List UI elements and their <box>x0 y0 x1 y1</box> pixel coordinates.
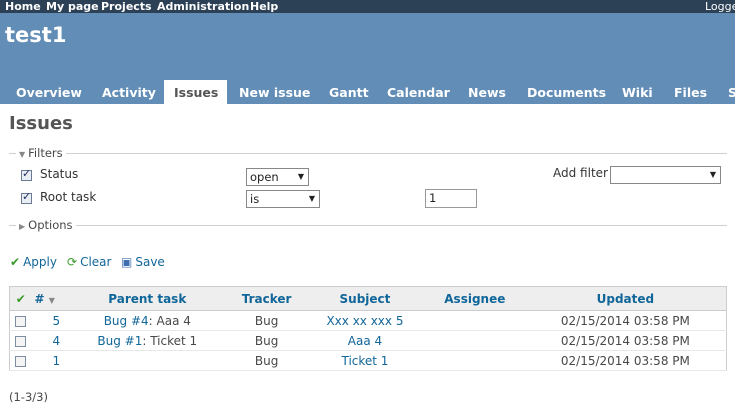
assignee-cell <box>424 350 525 371</box>
filters-legend-label: Filters <box>28 146 63 160</box>
tab-wiki[interactable]: Wiki <box>612 80 663 104</box>
parent-task-link[interactable]: Bug #4 <box>104 314 149 328</box>
tab-gantt[interactable]: Gantt <box>319 80 379 104</box>
tracker-cell: Bug <box>228 330 306 351</box>
add-filter-label: Add filter <box>553 166 608 180</box>
checkmark-icon: ✔ <box>15 291 26 306</box>
tab-documents[interactable]: Documents <box>517 80 616 104</box>
checkmark-icon: ✔ <box>10 255 21 269</box>
logged-in-as: Logge <box>705 0 735 13</box>
top-menu-projects[interactable]: Projects <box>101 0 152 13</box>
dropdown-arrow-icon: ▼ <box>297 172 304 181</box>
subject-link[interactable]: Ticket 1 <box>341 354 388 368</box>
top-menu-administration[interactable]: Administration <box>157 0 249 13</box>
dropdown-arrow-icon: ▼ <box>709 170 716 179</box>
column-subject[interactable]: Subject <box>305 286 425 311</box>
tab-new-issue[interactable]: New issue <box>229 80 320 104</box>
tracker-cell: Bug <box>228 350 306 371</box>
project-header: test1 Overview Activity Issues New issue… <box>0 13 735 104</box>
column-number-label: # <box>34 291 45 306</box>
updated-cell: 02/15/2014 03:58 PM <box>524 350 727 371</box>
issue-id-link[interactable]: 5 <box>52 314 60 328</box>
floppy-disk-icon: ▣ <box>121 255 133 269</box>
assignee-cell <box>424 310 525 331</box>
status-operator-select[interactable]: open ▼ <box>246 168 309 186</box>
issue-id-link[interactable]: 4 <box>52 334 60 348</box>
table-row[interactable]: 1 Bug Ticket 1 02/15/2014 03:58 PM <box>9 350 727 371</box>
clear-button[interactable]: ⟳ Clear <box>67 255 111 269</box>
root-task-filter-checkbox[interactable] <box>21 190 32 204</box>
root-task-operator-select[interactable]: is ▼ <box>246 190 320 208</box>
column-assignee[interactable]: Assignee <box>424 286 525 311</box>
pagination-count: (1-3/3) <box>9 390 48 404</box>
tracker-cell: Bug <box>228 310 306 331</box>
chevron-right-icon: ▶ <box>19 222 26 231</box>
filters-divider <box>9 153 727 154</box>
parent-task-subject: : Ticket 1 <box>142 333 198 348</box>
tab-settings[interactable]: S <box>718 80 735 104</box>
chevron-down-icon: ▼ <box>19 150 26 159</box>
toggle-all-checkbox-header[interactable]: ✔ <box>9 286 32 311</box>
project-title: test1 <box>5 23 67 47</box>
apply-button[interactable]: ✔ Apply <box>10 255 57 269</box>
top-menu-home[interactable]: Home <box>5 0 41 13</box>
table-row[interactable]: 5 Bug #4: Aaa 4 Bug Xxx xx xxx 5 02/15/2… <box>9 310 727 331</box>
table-row[interactable]: 4 Bug #1: Ticket 1 Bug Aaa 4 02/15/2014 … <box>9 330 727 351</box>
tab-activity[interactable]: Activity <box>92 80 166 104</box>
column-tracker[interactable]: Tracker <box>228 286 306 311</box>
updated-cell: 02/15/2014 03:58 PM <box>524 330 727 351</box>
subject-link[interactable]: Xxx xx xxx 5 <box>326 314 403 328</box>
parent-task-link[interactable]: Bug #1 <box>97 334 142 348</box>
options-legend[interactable]: ▶ Options <box>16 218 76 232</box>
row-checkbox[interactable] <box>15 315 27 327</box>
column-parent-task[interactable]: Parent task <box>66 286 229 311</box>
filters-legend[interactable]: ▼ Filters <box>16 146 66 160</box>
table-header-row: ✔ # ▼ Parent task Tracker Subject Assign… <box>9 286 727 311</box>
column-number[interactable]: # ▼ <box>31 286 67 311</box>
clear-label: Clear <box>80 255 112 269</box>
root-task-value-input[interactable]: 1 <box>425 189 477 208</box>
assignee-cell <box>424 330 525 351</box>
root-task-filter-label: Root task <box>40 190 97 204</box>
updated-cell: 02/15/2014 03:58 PM <box>524 310 727 331</box>
issue-id-link[interactable]: 1 <box>52 354 60 368</box>
save-label: Save <box>135 255 165 269</box>
row-checkbox[interactable] <box>15 355 27 367</box>
apply-label: Apply <box>23 255 57 269</box>
options-divider <box>9 225 727 226</box>
dropdown-arrow-icon: ▼ <box>308 194 315 203</box>
status-filter-label: Status <box>40 167 79 181</box>
tab-issues[interactable]: Issues <box>164 80 227 104</box>
options-legend-label: Options <box>28 218 73 232</box>
status-operator-value: open <box>250 170 279 184</box>
tab-news[interactable]: News <box>458 80 516 104</box>
add-filter-select[interactable]: ▼ <box>610 166 721 184</box>
status-filter-checkbox[interactable] <box>21 167 32 181</box>
subject-link[interactable]: Aaa 4 <box>348 334 382 348</box>
page-title: Issues <box>9 113 73 134</box>
tab-overview[interactable]: Overview <box>6 80 92 104</box>
tab-files[interactable]: Files <box>664 80 717 104</box>
save-query-button[interactable]: ▣ Save <box>121 255 165 269</box>
root-task-operator-value: is <box>250 192 260 206</box>
top-menu: Home My page Projects Administration Hel… <box>0 0 735 13</box>
top-menu-help[interactable]: Help <box>250 0 278 13</box>
top-menu-my-page[interactable]: My page <box>46 0 99 13</box>
column-updated[interactable]: Updated <box>524 286 727 311</box>
tab-calendar[interactable]: Calendar <box>377 80 460 104</box>
parent-task-subject: : Aaa 4 <box>148 313 191 328</box>
issues-table: ✔ # ▼ Parent task Tracker Subject Assign… <box>9 286 727 371</box>
sort-desc-icon: ▼ <box>48 295 55 305</box>
reload-icon: ⟳ <box>67 255 78 269</box>
row-checkbox[interactable] <box>15 335 27 347</box>
